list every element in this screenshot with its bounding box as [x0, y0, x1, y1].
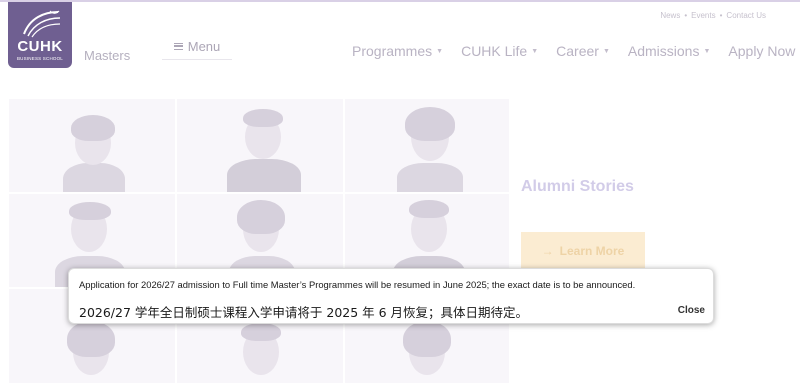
alumni-photo: [176, 98, 344, 193]
close-button[interactable]: Close: [678, 305, 705, 316]
top-accent-line: [0, 0, 800, 2]
alumni-stories-heading: Alumni Stories: [521, 178, 634, 195]
main-nav: Programmes ▼ CUHK Life ▼ Career ▼ Admiss…: [352, 43, 795, 59]
utility-link-events[interactable]: Events: [691, 11, 715, 20]
chevron-down-icon: ▼: [703, 47, 711, 55]
learn-more-button[interactable]: → Learn More: [521, 232, 645, 270]
learn-more-label: Learn More: [559, 244, 625, 258]
notice-text-chinese: 2026/27 学年全日制硕士课程入学申请将于 2025 年 6 月恢复；具体日…: [79, 305, 529, 320]
hamburger-icon: [173, 43, 183, 50]
alumni-photo: [8, 98, 176, 193]
nav-label: Apply Now: [728, 43, 796, 59]
utility-link-contact[interactable]: Contact Us: [726, 11, 766, 20]
separator-dot: •: [719, 11, 723, 20]
logo-subtitle: BUSINESS SCHOOL: [16, 56, 63, 61]
nav-item-programmes[interactable]: Programmes ▼: [352, 43, 443, 59]
menu-button[interactable]: Menu: [162, 34, 232, 60]
logo-emblem-icon: [23, 10, 61, 38]
arrow-right-icon: →: [541, 244, 554, 258]
nav-label: Programmes: [352, 43, 433, 59]
nav-item-apply-now[interactable]: Apply Now: [728, 43, 795, 59]
chevron-down-icon: ▼: [436, 47, 444, 55]
chevron-down-icon: ▼: [531, 47, 539, 55]
logo-name: CUHK: [17, 38, 63, 55]
separator-dot: •: [684, 11, 688, 20]
site-label[interactable]: Masters: [84, 48, 130, 63]
admission-notice-popup: Application for 2026/27 admission to Ful…: [68, 268, 714, 324]
menu-label: Menu: [187, 39, 221, 54]
nav-item-cuhk-life[interactable]: CUHK Life ▼: [461, 43, 538, 59]
nav-label: CUHK Life: [461, 43, 528, 59]
utility-links: News • Events • Contact Us: [660, 11, 766, 20]
nav-label: Career: [556, 43, 599, 59]
alumni-photo-collage: [8, 98, 510, 384]
nav-label: Admissions: [627, 43, 700, 59]
utility-link-news[interactable]: News: [660, 11, 680, 20]
notice-text-english: Application for 2026/27 admission to Ful…: [79, 279, 636, 290]
alumni-photo: [344, 98, 510, 193]
nav-item-career[interactable]: Career ▼: [556, 43, 610, 59]
chevron-down-icon: ▼: [602, 47, 610, 55]
nav-item-admissions[interactable]: Admissions ▼: [628, 43, 711, 59]
cuhk-logo[interactable]: CUHK BUSINESS SCHOOL: [8, 2, 72, 68]
